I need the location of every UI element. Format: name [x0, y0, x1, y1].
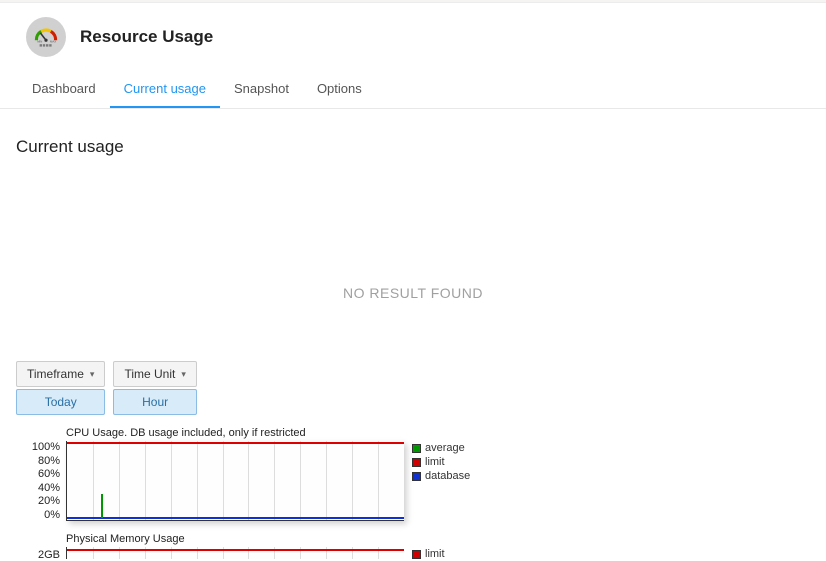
y-tick: 2GB [16, 549, 60, 561]
memory-plot [66, 547, 404, 559]
legend-label: limit [425, 455, 445, 469]
cpu-limit-line [67, 442, 404, 444]
legend-item: average [412, 441, 470, 455]
timeunit-dropdown[interactable]: Time Unit ▾ [113, 361, 196, 387]
legend-item: limit [412, 547, 445, 561]
cpu-legend: average limit database [412, 441, 470, 483]
content-area: Current usage NO RESULT FOUND Timeframe … [0, 109, 826, 561]
cpu-chart-block: CPU Usage. DB usage included, only if re… [16, 427, 810, 521]
cpu-average-spike [101, 494, 103, 518]
legend-label: limit [425, 547, 445, 561]
tab-bar: Dashboard Current usage Snapshot Options [0, 71, 826, 109]
legend-swatch [412, 458, 421, 467]
legend-swatch [412, 444, 421, 453]
cpu-y-axis: 100% 80% 60% 40% 20% 0% [16, 441, 66, 521]
legend-swatch [412, 550, 421, 559]
memory-legend: limit [412, 547, 445, 561]
y-tick: 0% [16, 509, 60, 521]
page-title: Resource Usage [80, 27, 213, 47]
legend-label: average [425, 441, 465, 455]
memory-chart-block: Physical Memory Usage 2GB limit [16, 533, 810, 561]
memory-y-axis: 2GB [16, 547, 66, 561]
section-title: Current usage [16, 137, 810, 157]
tab-options[interactable]: Options [303, 71, 376, 108]
no-result-message: NO RESULT FOUND [16, 175, 810, 361]
timeunit-selected[interactable]: Hour [113, 389, 196, 415]
cpu-plot [66, 441, 404, 521]
y-tick: 80% [16, 455, 60, 467]
caret-down-icon: ▾ [181, 369, 186, 380]
svg-text:MAX: MAX [50, 40, 56, 44]
memory-chart-title: Physical Memory Usage [66, 533, 810, 545]
timeframe-dropdown[interactable]: Timeframe ▾ [16, 361, 105, 387]
y-tick: 60% [16, 468, 60, 480]
legend-item: database [412, 469, 470, 483]
tab-current-usage[interactable]: Current usage [110, 71, 220, 108]
timeframe-selected[interactable]: Today [16, 389, 105, 415]
legend-swatch [412, 472, 421, 481]
timeunit-label: Time Unit [124, 367, 175, 381]
timeframe-label: Timeframe [27, 367, 84, 381]
svg-text:MIN: MIN [37, 40, 42, 44]
page-header: MIN MAX Resource Usage [0, 3, 826, 67]
caret-down-icon: ▾ [90, 369, 95, 380]
legend-item: limit [412, 455, 470, 469]
cpu-database-line [67, 517, 404, 519]
gauge-icon: MIN MAX [26, 17, 66, 57]
y-tick: 40% [16, 482, 60, 494]
cpu-chart-title: CPU Usage. DB usage included, only if re… [66, 427, 810, 439]
memory-limit-line [67, 549, 404, 551]
y-tick: 20% [16, 495, 60, 507]
tab-dashboard[interactable]: Dashboard [18, 71, 110, 108]
chart-controls: Timeframe ▾ Today Time Unit ▾ Hour [16, 361, 810, 415]
tab-snapshot[interactable]: Snapshot [220, 71, 303, 108]
y-tick: 100% [16, 441, 60, 453]
legend-label: database [425, 469, 470, 483]
